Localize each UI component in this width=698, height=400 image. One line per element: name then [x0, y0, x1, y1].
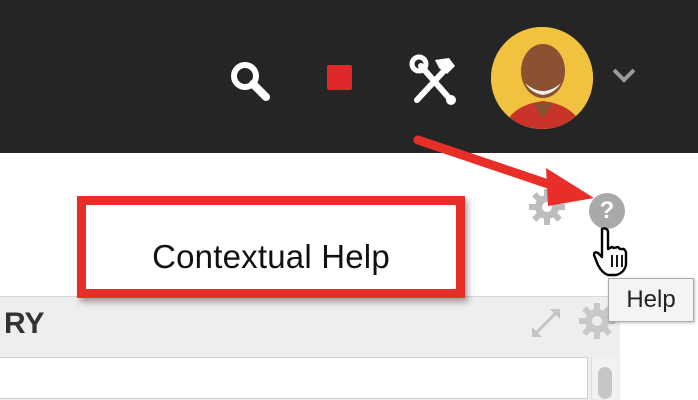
- scrollbar[interactable]: [591, 357, 618, 399]
- help-tooltip: Help: [608, 278, 694, 322]
- right-edge-area: [620, 322, 698, 399]
- annotation-callout-box: Contextual Help: [77, 196, 465, 298]
- tools-icon[interactable]: [405, 52, 465, 108]
- callout-label: Contextual Help: [152, 238, 390, 275]
- help-icon[interactable]: ?: [589, 193, 625, 229]
- panel-title: RY: [4, 307, 45, 340]
- chevron-down-icon[interactable]: [611, 66, 637, 84]
- hand-cursor-icon: [592, 227, 628, 277]
- avatar[interactable]: [491, 27, 593, 129]
- panel-content: [0, 357, 588, 399]
- scrollbar-thumb[interactable]: [598, 367, 612, 399]
- record-icon[interactable]: [327, 65, 352, 90]
- expand-icon[interactable]: [528, 305, 564, 341]
- avatar-photo: [491, 27, 593, 129]
- search-icon[interactable]: [226, 57, 274, 105]
